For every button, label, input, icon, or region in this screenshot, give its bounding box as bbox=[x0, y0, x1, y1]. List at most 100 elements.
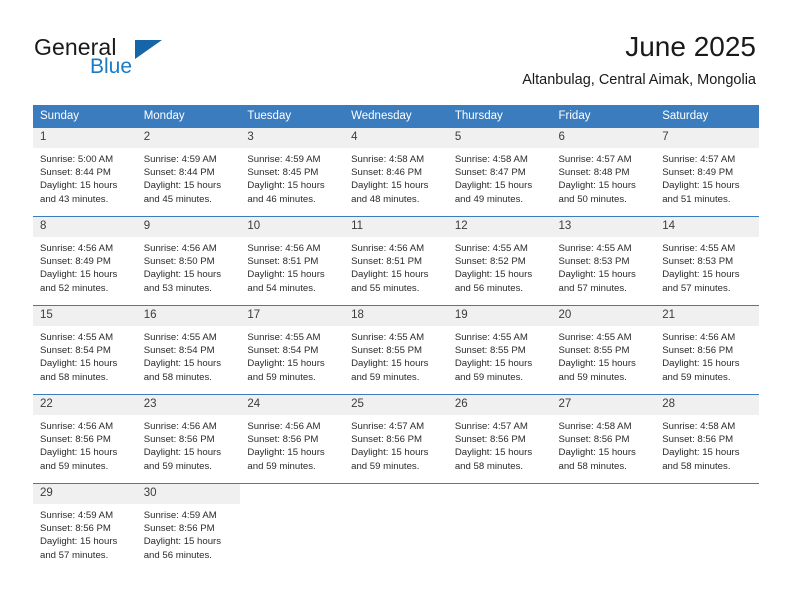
calendar-day-cell[interactable]: 11 Sunrise: 4:56 AM Sunset: 8:51 PM Dayligh… bbox=[344, 216, 448, 306]
calendar-day-cell[interactable]: 13 Sunrise: 4:55 AM Sunset: 8:53 PM Dayligh… bbox=[551, 216, 656, 306]
sunrise-text: Sunrise: 4:58 AM bbox=[662, 421, 736, 432]
daylight-text: Daylight: 15 hours and 57 minutes. bbox=[662, 269, 740, 294]
calendar-day-cell-empty bbox=[344, 483, 448, 573]
day-number: 21 bbox=[655, 306, 759, 326]
day-number bbox=[551, 484, 656, 504]
calendar-day-cell[interactable]: 23 Sunrise: 4:56 AM Sunset: 8:56 PM Dayligh… bbox=[136, 394, 241, 484]
calendar-day-cell[interactable]: 10 Sunrise: 4:56 AM Sunset: 8:51 PM Dayligh… bbox=[240, 216, 345, 306]
daylight-text: Daylight: 15 hours and 46 minutes. bbox=[247, 180, 325, 205]
daylight-text: Daylight: 15 hours and 59 minutes. bbox=[454, 358, 533, 383]
day-details: Sunrise: 4:58 AM Sunset: 8:56 PM Daylight:… bbox=[655, 415, 759, 473]
day-details: Sunrise: 4:55 AM Sunset: 8:55 PM Daylight:… bbox=[448, 326, 552, 384]
calendar-day-cell[interactable]: 25 Sunrise: 4:57 AM Sunset: 8:56 PM Dayligh… bbox=[344, 394, 448, 484]
calendar-day-cell[interactable]: 27 Sunrise: 4:58 AM Sunset: 8:56 PM Dayligh… bbox=[551, 394, 656, 484]
calendar-day-cell[interactable]: 8 Sunrise: 4:56 AM Sunset: 8:49 PM Daylight… bbox=[33, 216, 137, 306]
sunset-text: Sunset: 8:55 PM bbox=[351, 345, 423, 357]
calendar-day-cell[interactable]: 17 Sunrise: 4:55 AM Sunset: 8:54 PM Dayligh… bbox=[240, 305, 345, 395]
day-number: 24 bbox=[240, 395, 345, 415]
day-number: 1 bbox=[33, 128, 137, 148]
daylight-text: Daylight: 15 hours and 50 minutes. bbox=[558, 180, 636, 205]
day-details: Sunrise: 4:57 AM Sunset: 8:49 PM Daylight:… bbox=[655, 148, 759, 206]
calendar-day-cell-empty bbox=[551, 483, 656, 573]
title-block: June 2025 Altanbulag, Central Aimak, Mon… bbox=[522, 30, 756, 89]
sunset-text: Sunset: 8:52 PM bbox=[454, 256, 526, 268]
day-number: 16 bbox=[136, 306, 241, 326]
day-number bbox=[240, 484, 345, 504]
calendar-day-cell[interactable]: 14 Sunrise: 4:55 AM Sunset: 8:53 PM Dayligh… bbox=[655, 216, 759, 306]
daylight-text: Daylight: 15 hours and 57 minutes. bbox=[40, 536, 118, 561]
calendar-day-cell[interactable]: 21 Sunrise: 4:56 AM Sunset: 8:56 PM Dayligh… bbox=[655, 305, 759, 395]
daylight-text: Daylight: 15 hours and 59 minutes. bbox=[247, 447, 325, 472]
calendar-day-cell[interactable]: 20 Sunrise: 4:55 AM Sunset: 8:55 PM Dayligh… bbox=[551, 305, 656, 395]
day-number: 28 bbox=[655, 395, 759, 415]
day-number bbox=[655, 484, 759, 504]
calendar-day-cell[interactable]: 28 Sunrise: 4:58 AM Sunset: 8:56 PM Dayligh… bbox=[655, 394, 759, 484]
calendar-day-cell[interactable]: 24 Sunrise: 4:56 AM Sunset: 8:56 PM Dayligh… bbox=[240, 394, 345, 484]
calendar-day-cell[interactable]: 15 Sunrise: 4:55 AM Sunset: 8:54 PM Dayligh… bbox=[33, 305, 137, 395]
calendar-day-cell[interactable]: 22 Sunrise: 4:56 AM Sunset: 8:56 PM Dayligh… bbox=[33, 394, 137, 484]
calendar-day-cell[interactable]: 7 Sunrise: 4:57 AM Sunset: 8:49 PM Daylight… bbox=[655, 127, 759, 217]
day-number: 7 bbox=[655, 128, 759, 148]
location-subtitle: Altanbulag, Central Aimak, Mongolia bbox=[522, 72, 756, 88]
daylight-text: Daylight: 15 hours and 58 minutes. bbox=[143, 358, 222, 383]
calendar-day-cell[interactable]: 4 Sunrise: 4:58 AM Sunset: 8:46 PM Daylight… bbox=[344, 127, 448, 217]
sunset-text: Sunset: 8:54 PM bbox=[247, 345, 319, 357]
calendar-day-cell[interactable]: 9 Sunrise: 4:56 AM Sunset: 8:50 PM Daylight… bbox=[136, 216, 241, 306]
sunset-text: Sunset: 8:56 PM bbox=[351, 434, 423, 446]
calendar-day-cell[interactable]: 16 Sunrise: 4:55 AM Sunset: 8:54 PM Dayligh… bbox=[136, 305, 241, 395]
day-number: 18 bbox=[344, 306, 448, 326]
sunset-text: Sunset: 8:55 PM bbox=[454, 345, 526, 357]
sunrise-text: Sunrise: 4:56 AM bbox=[143, 421, 217, 432]
calendar-day-cell[interactable]: 19 Sunrise: 4:55 AM Sunset: 8:55 PM Dayligh… bbox=[447, 305, 552, 395]
daylight-text: Daylight: 15 hours and 54 minutes. bbox=[247, 269, 325, 294]
daylight-text: Daylight: 15 hours and 56 minutes. bbox=[454, 269, 533, 294]
day-number: 11 bbox=[344, 217, 448, 237]
calendar-day-cell[interactable]: 12 Sunrise: 4:55 AM Sunset: 8:52 PM Dayligh… bbox=[447, 216, 552, 306]
sunset-text: Sunset: 8:53 PM bbox=[662, 256, 734, 268]
daylight-text: Daylight: 15 hours and 56 minutes. bbox=[143, 536, 222, 561]
calendar-day-cell[interactable]: 6 Sunrise: 4:57 AM Sunset: 8:48 PM Daylight… bbox=[551, 127, 656, 217]
calendar-week-row: 29 Sunrise: 4:59 AM Sunset: 8:56 PM Dayligh… bbox=[33, 483, 759, 573]
sunrise-text: Sunrise: 4:55 AM bbox=[40, 332, 114, 343]
sunrise-text: Sunrise: 4:55 AM bbox=[143, 332, 217, 343]
sunset-text: Sunset: 8:56 PM bbox=[143, 434, 215, 446]
calendar-day-cell-empty bbox=[447, 483, 552, 573]
brand-logo[interactable]: General Blue bbox=[34, 34, 254, 84]
day-number: 10 bbox=[240, 217, 345, 237]
daylight-text: Daylight: 15 hours and 58 minutes. bbox=[662, 447, 740, 472]
sunrise-text: Sunrise: 4:55 AM bbox=[454, 243, 528, 254]
calendar-day-cell[interactable]: 18 Sunrise: 4:55 AM Sunset: 8:55 PM Dayligh… bbox=[344, 305, 448, 395]
sunrise-text: Sunrise: 4:57 AM bbox=[454, 421, 528, 432]
calendar-week-row: 22 Sunrise: 4:56 AM Sunset: 8:56 PM Dayligh… bbox=[33, 394, 759, 484]
day-details: Sunrise: 4:55 AM Sunset: 8:54 PM Daylight:… bbox=[240, 326, 344, 384]
daylight-text: Daylight: 15 hours and 59 minutes. bbox=[143, 447, 222, 472]
calendar-day-cell[interactable]: 29 Sunrise: 4:59 AM Sunset: 8:56 PM Dayligh… bbox=[33, 483, 137, 573]
sunrise-text: Sunrise: 4:58 AM bbox=[558, 421, 632, 432]
day-number: 13 bbox=[551, 217, 656, 237]
day-number: 20 bbox=[551, 306, 656, 326]
day-details: Sunrise: 4:59 AM Sunset: 8:45 PM Daylight:… bbox=[240, 148, 344, 206]
day-number: 17 bbox=[240, 306, 345, 326]
calendar-day-cell[interactable]: 1 Sunrise: 5:00 AM Sunset: 8:44 PM Daylight… bbox=[33, 127, 137, 217]
calendar-week-row: 15 Sunrise: 4:55 AM Sunset: 8:54 PM Dayligh… bbox=[33, 305, 759, 395]
sunrise-text: Sunrise: 4:55 AM bbox=[247, 332, 321, 343]
calendar-day-cell[interactable]: 26 Sunrise: 4:57 AM Sunset: 8:56 PM Dayligh… bbox=[447, 394, 552, 484]
weekday-header-saturday: Saturday bbox=[655, 105, 759, 128]
sunset-text: Sunset: 8:56 PM bbox=[662, 434, 734, 446]
calendar-header-row: Sunday Monday Tuesday Wednesday Thursday… bbox=[33, 105, 759, 128]
calendar-day-cell[interactable]: 3 Sunrise: 4:59 AM Sunset: 8:45 PM Daylight… bbox=[240, 127, 345, 217]
sunrise-text: Sunrise: 4:55 AM bbox=[351, 332, 425, 343]
page-header: General Blue June 2025 Altanbulag, Centr… bbox=[0, 0, 792, 100]
daylight-text: Daylight: 15 hours and 53 minutes. bbox=[143, 269, 222, 294]
calendar-day-cell[interactable]: 30 Sunrise: 4:59 AM Sunset: 8:56 PM Dayligh… bbox=[136, 483, 241, 573]
sunset-text: Sunset: 8:45 PM bbox=[247, 167, 319, 179]
calendar-day-cell[interactable]: 5 Sunrise: 4:58 AM Sunset: 8:47 PM Daylight… bbox=[447, 127, 552, 217]
sunset-text: Sunset: 8:54 PM bbox=[40, 345, 111, 357]
sunset-text: Sunset: 8:56 PM bbox=[247, 434, 319, 446]
calendar-day-cell[interactable]: 2 Sunrise: 4:59 AM Sunset: 8:44 PM Daylight… bbox=[136, 127, 241, 217]
sunset-text: Sunset: 8:53 PM bbox=[558, 256, 630, 268]
weekday-header-sunday: Sunday bbox=[33, 105, 137, 128]
sunrise-text: Sunrise: 4:56 AM bbox=[143, 243, 217, 254]
sunset-text: Sunset: 8:56 PM bbox=[40, 434, 111, 446]
day-number bbox=[344, 484, 448, 504]
